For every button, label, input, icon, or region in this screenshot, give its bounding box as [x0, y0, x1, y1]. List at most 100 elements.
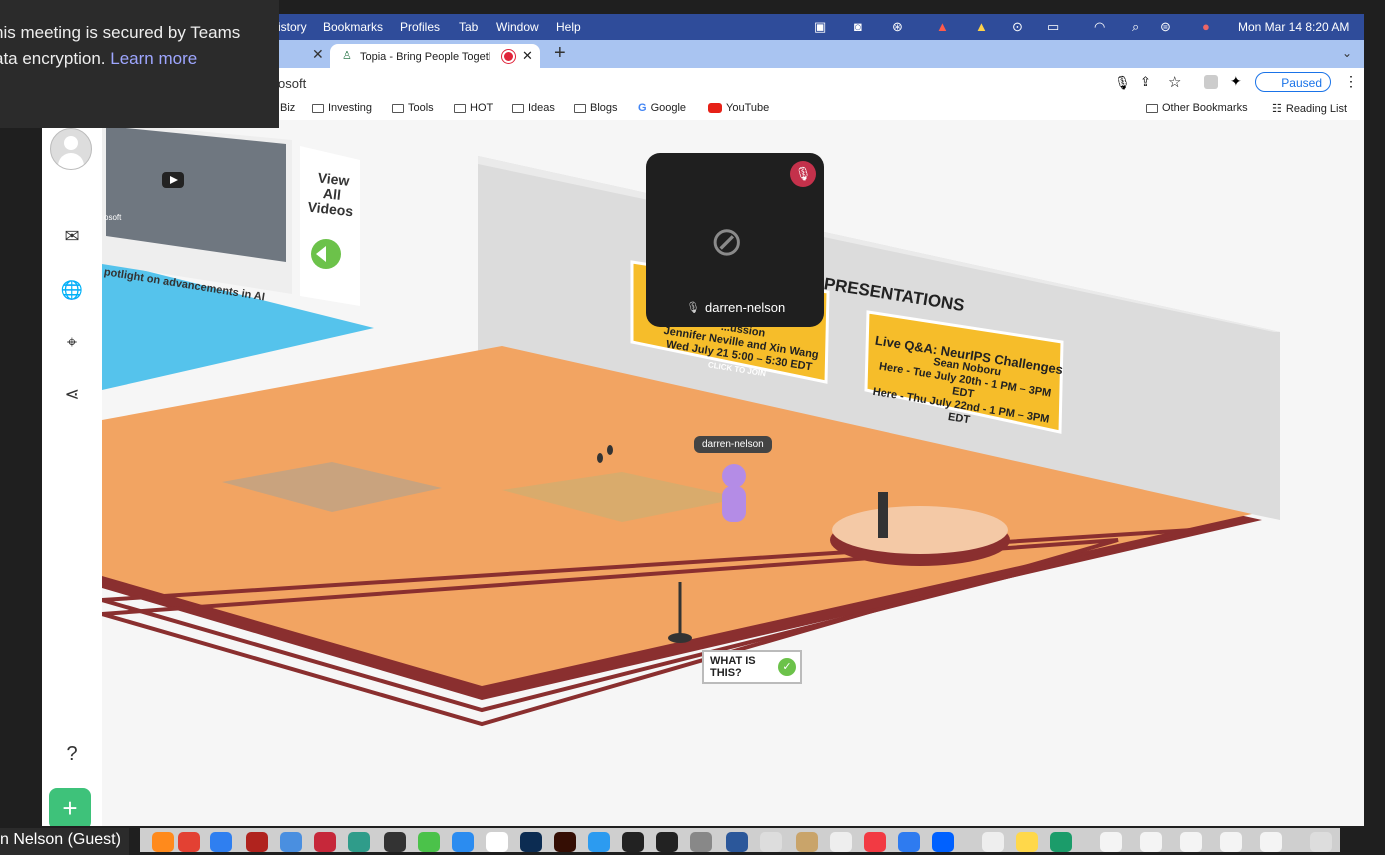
- play-icon[interactable]: ⊙: [1012, 19, 1023, 35]
- bookmark-hot[interactable]: HOT: [454, 102, 493, 114]
- chrome-icon[interactable]: [178, 832, 200, 852]
- app-icon[interactable]: [898, 832, 920, 852]
- document-icon[interactable]: [1180, 832, 1202, 852]
- document-icon[interactable]: [1220, 832, 1242, 852]
- notes-icon[interactable]: [1016, 832, 1038, 852]
- settings-icon[interactable]: [690, 832, 712, 852]
- topia-favicon-icon: ♙: [342, 50, 352, 62]
- reading-list[interactable]: ☷ Reading List: [1272, 102, 1347, 116]
- user-avatar[interactable]: [722, 464, 746, 488]
- learn-more-link[interactable]: Learn more: [110, 49, 197, 68]
- calendar-icon[interactable]: [486, 832, 508, 852]
- control-center-icon[interactable]: ⊜: [1160, 19, 1171, 35]
- news-icon[interactable]: [864, 832, 886, 852]
- participant-video-card[interactable]: 🎙 ⊘ 🎙 darren-nelson: [646, 153, 824, 327]
- document-icon[interactable]: [1140, 832, 1162, 852]
- bookmark-star-icon[interactable]: ☆: [1168, 73, 1181, 91]
- menu-window[interactable]: Window: [496, 20, 539, 34]
- google-icon: G: [638, 102, 647, 114]
- avatar[interactable]: [50, 128, 92, 170]
- share-icon[interactable]: ⋖: [60, 382, 84, 406]
- topia-sidebar: ✉ 🌐 ⌖ ⋖ ? +: [42, 120, 103, 826]
- kebab-menu-icon[interactable]: ⋮: [1344, 73, 1358, 90]
- mic-icon[interactable]: 🎙: [1114, 75, 1131, 91]
- mail-icon[interactable]: ✉: [60, 224, 84, 248]
- warning-icon[interactable]: ▲: [936, 19, 949, 34]
- search-icon[interactable]: ⌕: [1132, 19, 1139, 35]
- drive-icon[interactable]: ▲: [975, 19, 988, 34]
- clock[interactable]: Mon Mar 14 8:20 AM: [1238, 20, 1349, 34]
- app-icon[interactable]: [796, 832, 818, 852]
- zoom-app-icon[interactable]: [452, 832, 474, 852]
- finder-icon[interactable]: [982, 832, 1004, 852]
- bookmark-tools[interactable]: Tools: [392, 102, 434, 114]
- menu-bookmarks[interactable]: Bookmarks: [323, 20, 383, 34]
- tab-title: Topia - Bring People Togeth: [360, 51, 490, 63]
- address-bar[interactable]: osoft: [278, 76, 306, 91]
- textedit-icon[interactable]: [760, 832, 782, 852]
- bookmark-youtube[interactable]: YouTube: [708, 102, 769, 114]
- telescope-icon[interactable]: ⌖: [60, 330, 84, 354]
- notice-line2: ata encryption.: [0, 49, 106, 68]
- zoom-icon[interactable]: ◙: [854, 19, 862, 34]
- messages-icon[interactable]: [418, 832, 440, 852]
- terminal-icon[interactable]: [656, 832, 678, 852]
- document-icon[interactable]: [1100, 832, 1122, 852]
- battery-icon[interactable]: ▭: [1047, 19, 1059, 35]
- bookmark-blogs[interactable]: Blogs: [574, 102, 618, 114]
- app-icon[interactable]: [314, 832, 336, 852]
- wifi-icon[interactable]: ◠: [1094, 19, 1105, 35]
- camera-off-icon: ⊘: [710, 220, 744, 264]
- view-all-videos-label[interactable]: View All Videos: [306, 169, 358, 220]
- menu-tab[interactable]: Tab: [459, 20, 478, 34]
- app-icon[interactable]: [384, 832, 406, 852]
- folder-icon: [312, 103, 324, 113]
- evernote-icon[interactable]: [1050, 832, 1072, 852]
- mail-app-icon[interactable]: [280, 832, 302, 852]
- check-icon: ✓: [778, 658, 796, 676]
- folder-icon: [454, 103, 466, 113]
- tab-search-chevron-icon[interactable]: ⌄: [1342, 46, 1352, 60]
- help-button[interactable]: ?: [60, 742, 84, 766]
- safari-icon[interactable]: [210, 832, 232, 852]
- globe-icon[interactable]: 🌐: [60, 278, 84, 302]
- footsteps-icon: [597, 453, 603, 463]
- bookmark-google[interactable]: G Google: [638, 102, 686, 114]
- reminders-icon[interactable]: [830, 832, 852, 852]
- sync-icon[interactable]: ⊛: [892, 19, 903, 35]
- what-is-this-sign[interactable]: WHAT IS THIS? ✓: [702, 650, 802, 684]
- add-button[interactable]: +: [49, 788, 91, 826]
- bookmark-ideas[interactable]: Ideas: [512, 102, 555, 114]
- skype-icon[interactable]: [588, 832, 610, 852]
- video-tag: osoft: [104, 213, 122, 222]
- new-tab-button[interactable]: +: [554, 42, 566, 65]
- pycharm-icon[interactable]: [622, 832, 644, 852]
- profile-paused-button[interactable]: Paused: [1255, 72, 1331, 92]
- menu-history[interactable]: istory: [278, 20, 307, 34]
- share-icon[interactable]: ⇪: [1140, 74, 1151, 90]
- trash-icon[interactable]: [1310, 832, 1332, 852]
- bookmark-investing[interactable]: Investing: [312, 102, 372, 114]
- extension-icon[interactable]: [1204, 75, 1218, 89]
- firefox-icon[interactable]: [152, 832, 174, 852]
- word-icon[interactable]: [726, 832, 748, 852]
- lectern: [878, 492, 888, 538]
- encryption-notice: his meeting is secured by Teams ata encr…: [0, 0, 279, 128]
- app-icon[interactable]: [348, 832, 370, 852]
- close-tab-icon[interactable]: ✕: [522, 48, 533, 64]
- document-icon[interactable]: [1260, 832, 1282, 852]
- siri-icon[interactable]: ●: [1202, 19, 1210, 34]
- menu-help[interactable]: Help: [556, 20, 581, 34]
- illustrator-icon[interactable]: [554, 832, 576, 852]
- participant-label: n Nelson (Guest): [0, 828, 129, 855]
- status-icon[interactable]: ▣: [814, 19, 826, 35]
- tab-topia[interactable]: ♙ Topia - Bring People Togeth ✕: [330, 44, 540, 70]
- close-tab-icon[interactable]: ✕: [312, 46, 324, 63]
- menu-profiles[interactable]: Profiles: [400, 20, 440, 34]
- puzzle-icon[interactable]: ✦: [1230, 73, 1242, 90]
- dropbox-icon[interactable]: [932, 832, 954, 852]
- photoshop-icon[interactable]: [520, 832, 542, 852]
- acrobat-icon[interactable]: [246, 832, 268, 852]
- other-bookmarks[interactable]: Other Bookmarks: [1146, 102, 1248, 114]
- recording-icon: [502, 50, 515, 63]
